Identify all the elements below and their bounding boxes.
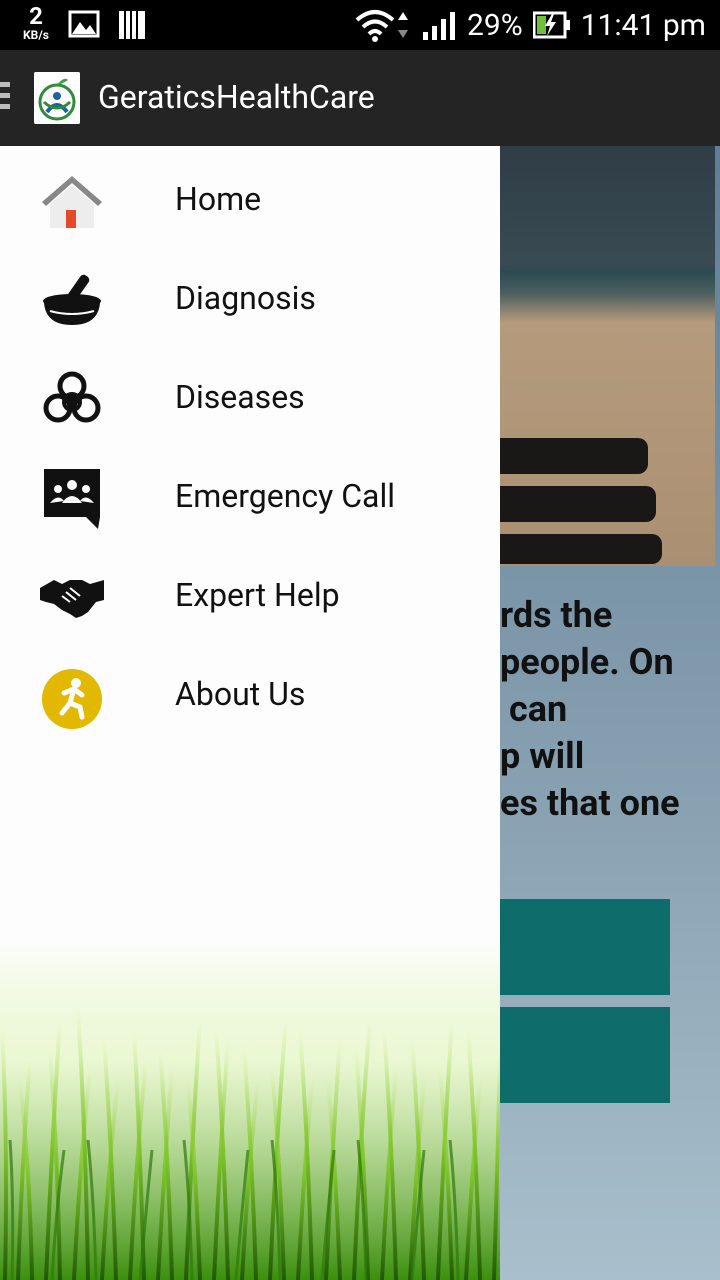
mortar-pestle-icon bbox=[43, 274, 101, 325]
status-bar: 2 KB/s 29% 11:41 pm bbox=[0, 0, 720, 50]
battery-percent: 29% bbox=[466, 7, 523, 43]
status-right: 29% 11:41 pm bbox=[355, 4, 706, 46]
drawer-toggle-icon[interactable] bbox=[0, 82, 10, 115]
app-title: GeraticsHealthCare bbox=[98, 78, 375, 116]
grass-decoration bbox=[0, 940, 500, 1280]
drawer-item-diseases[interactable]: Diseases bbox=[0, 356, 500, 455]
drawer-item-diagnosis[interactable]: Diagnosis bbox=[0, 257, 500, 356]
intro-text: rds the people. On can p will es that on… bbox=[500, 594, 680, 824]
main-content: rds the people. On can p will es that on… bbox=[500, 146, 720, 1280]
drawer-item-emergency-call[interactable]: Emergency Call bbox=[0, 455, 500, 554]
drawer-item-label: Expert Help bbox=[175, 576, 340, 614]
battery-charging-icon bbox=[532, 11, 570, 39]
drawer-item-home[interactable]: Home bbox=[0, 158, 500, 257]
handshake-icon bbox=[40, 580, 104, 618]
wifi-icon bbox=[355, 10, 408, 42]
network-speed-unit: KB/s bbox=[23, 28, 49, 42]
home-icon bbox=[42, 176, 102, 228]
navigation-drawer: Home Diagnosis Diseases Emergency Call E… bbox=[0, 146, 500, 1280]
drawer-item-expert-help[interactable]: Expert Help bbox=[0, 554, 500, 653]
drawer-item-label: Diseases bbox=[175, 378, 305, 416]
drawer-item-label: Home bbox=[175, 180, 262, 218]
drawer-item-label: Emergency Call bbox=[175, 477, 395, 515]
running-person-icon bbox=[42, 669, 102, 729]
content-button-1[interactable] bbox=[500, 899, 670, 995]
image-notification-icon bbox=[68, 10, 100, 38]
beach-bench-photo bbox=[500, 146, 715, 566]
signal-icon bbox=[422, 12, 455, 40]
app-logo-icon bbox=[34, 72, 80, 124]
app-bar: GeraticsHealthCare bbox=[0, 50, 720, 146]
network-speed: 2 KB/s bbox=[16, 4, 56, 41]
drawer-item-label: Diagnosis bbox=[175, 279, 316, 317]
sim-card-icon bbox=[119, 11, 145, 39]
content-button-2[interactable] bbox=[500, 1007, 670, 1103]
drawer-item-about-us[interactable]: About Us bbox=[0, 653, 500, 752]
clock: 11:41 pm bbox=[580, 7, 706, 43]
group-chat-icon bbox=[44, 469, 100, 529]
biohazard-icon bbox=[43, 371, 101, 423]
drawer-item-label: About Us bbox=[175, 675, 306, 713]
network-speed-value: 2 bbox=[29, 2, 43, 30]
